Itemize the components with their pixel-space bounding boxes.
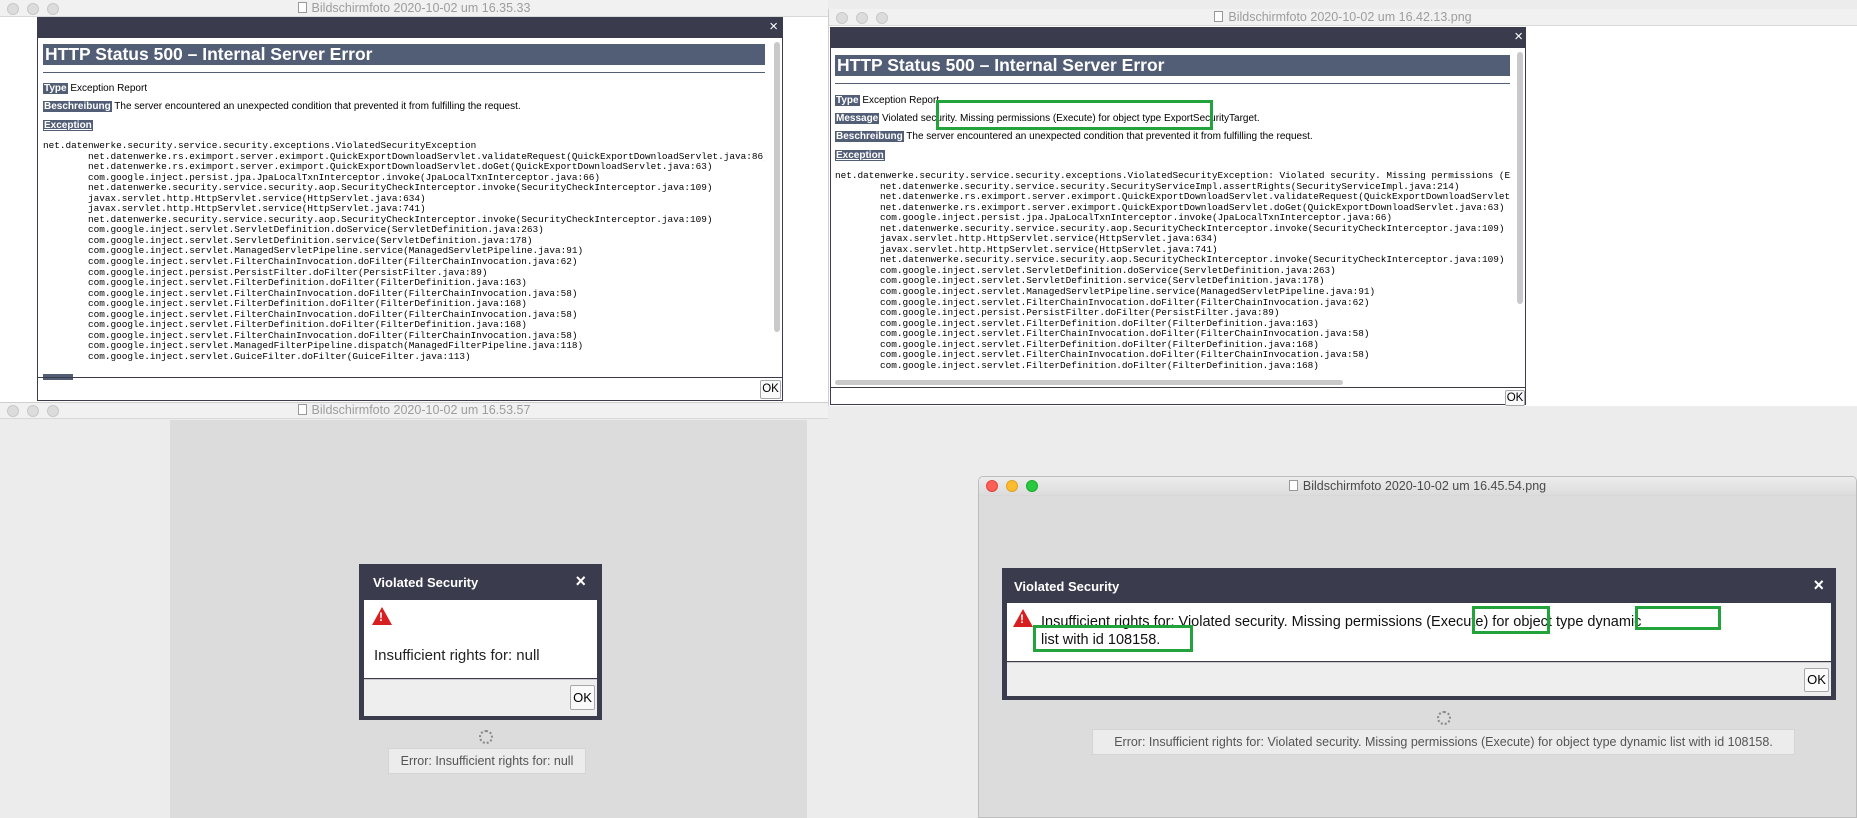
- loading-spinner-icon: [479, 730, 493, 744]
- screenshot-window-2: Bildschirmfoto 2020-10-02 um 16.42.13.pn…: [828, 9, 1857, 406]
- ok-button[interactable]: OK: [760, 380, 781, 399]
- document-icon: [1288, 480, 1298, 491]
- exception-row: Exception: [835, 150, 885, 161]
- type-label: Type: [43, 83, 68, 94]
- close-icon[interactable]: ×: [1813, 576, 1824, 594]
- ok-button[interactable]: OK: [570, 685, 595, 710]
- divider: [43, 72, 765, 73]
- document-icon: [297, 2, 307, 13]
- vertical-scrollbar[interactable]: [774, 42, 780, 332]
- ok-button[interactable]: OK: [1804, 668, 1829, 692]
- description-label: Beschreibung: [43, 101, 112, 112]
- type-row: Type Exception Report: [43, 83, 147, 94]
- exception-row: Exception: [43, 120, 93, 131]
- footer-divider: [831, 387, 1525, 388]
- error-message: Error: Insufficient rights for: Violated…: [1092, 729, 1795, 755]
- close-icon[interactable]: ×: [769, 19, 778, 34]
- warning-icon: [1013, 609, 1033, 627]
- exception-label: Exception: [835, 150, 885, 161]
- window-titlebar[interactable]: Bildschirmfoto 2020-10-02 um 16.53.57: [0, 403, 828, 419]
- dialog-header: Violated Security ×: [361, 566, 600, 600]
- dialog-content-frame: HTTP Status 500 – Internal Server Error …: [830, 47, 1526, 406]
- dialog-title: Violated Security: [373, 575, 479, 590]
- page-title: HTTP Status 500 – Internal Server Error: [43, 44, 765, 65]
- close-icon[interactable]: ×: [1514, 29, 1523, 44]
- dialog-message: Insufficient rights for: null: [374, 647, 540, 664]
- window-title: Bildschirmfoto 2020-10-02 um 16.45.54.pn…: [1302, 479, 1547, 493]
- dialog-footer: OK: [364, 679, 597, 716]
- description-label: Beschreibung: [835, 131, 904, 142]
- ok-button[interactable]: OK: [1505, 390, 1525, 406]
- horizontal-scrollbar[interactable]: [835, 380, 1343, 385]
- window-titlebar[interactable]: Bildschirmfoto 2020-10-02 um 16.45.54.pn…: [979, 477, 1856, 496]
- highlight-box-dynamic: [1635, 606, 1721, 630]
- dialog-title: Violated Security: [1014, 579, 1120, 594]
- document-icon: [1214, 11, 1224, 22]
- highlight-box-list-id: [1033, 625, 1193, 652]
- screenshot-window-3: Bildschirmfoto 2020-10-02 um 16.53.57 Vi…: [0, 402, 828, 818]
- dialog-header: ×: [37, 17, 783, 37]
- screenshot-window-1: Bildschirmfoto 2020-10-02 um 16.35.33 × …: [0, 0, 828, 402]
- stack-trace: net.datenwerke.security.service.security…: [43, 141, 765, 362]
- type-row: Type Exception Report: [835, 95, 939, 106]
- violated-security-dialog: Violated Security × Insufficient rights …: [359, 564, 602, 720]
- vertical-scrollbar[interactable]: [1517, 52, 1523, 304]
- highlight-box-execute: [1472, 606, 1550, 634]
- description-row: Beschreibung The server encountered an u…: [43, 101, 521, 112]
- close-icon[interactable]: ×: [575, 572, 586, 590]
- window-titlebar[interactable]: Bildschirmfoto 2020-10-02 um 16.35.33: [0, 0, 828, 17]
- screenshot-window-4: Bildschirmfoto 2020-10-02 um 16.45.54.pn…: [978, 476, 1857, 818]
- error-message: Error: Insufficient rights for: null: [388, 748, 586, 774]
- message-label: Message: [835, 113, 880, 124]
- description-row: Beschreibung The server encountered an u…: [835, 131, 1313, 142]
- dialog-body: Insufficient rights for: Violated securi…: [1007, 603, 1831, 661]
- window-title: Bildschirmfoto 2020-10-02 um 16.35.33: [311, 1, 531, 15]
- page-title: HTTP Status 500 – Internal Server Error: [835, 55, 1510, 76]
- divider: [835, 83, 1510, 84]
- window-titlebar[interactable]: Bildschirmfoto 2020-10-02 um 16.42.13.pn…: [829, 9, 1857, 26]
- violated-security-dialog: Violated Security × Insufficient rights …: [1002, 568, 1836, 700]
- type-label: Type: [835, 95, 860, 106]
- dialog-footer: OK: [1007, 662, 1831, 696]
- warning-icon: [372, 607, 392, 625]
- message-dynamic: dynamic: [1587, 614, 1642, 630]
- description-value: The server encountered an unexpected con…: [114, 101, 521, 112]
- document-icon: [297, 404, 307, 415]
- exception-label: Exception: [43, 120, 93, 131]
- dialog-header: Violated Security ×: [1004, 570, 1834, 603]
- footer-divider: [38, 377, 782, 378]
- dialog-content-frame: HTTP Status 500 – Internal Server Error …: [37, 37, 783, 401]
- dialog-body: Insufficient rights for: null: [364, 600, 597, 678]
- highlight-box: [936, 100, 1213, 130]
- window-title: Bildschirmfoto 2020-10-02 um 16.42.13.pn…: [1228, 10, 1472, 24]
- loading-spinner-icon: [1437, 711, 1451, 725]
- stack-trace: net.datenwerke.security.service.security…: [835, 171, 1511, 371]
- description-value: The server encountered an unexpected con…: [906, 131, 1313, 142]
- window-title: Bildschirmfoto 2020-10-02 um 16.53.57: [311, 403, 531, 417]
- dialog-header: ×: [830, 27, 1526, 47]
- type-value: Exception Report: [70, 83, 148, 94]
- type-value: Exception Report: [862, 95, 940, 106]
